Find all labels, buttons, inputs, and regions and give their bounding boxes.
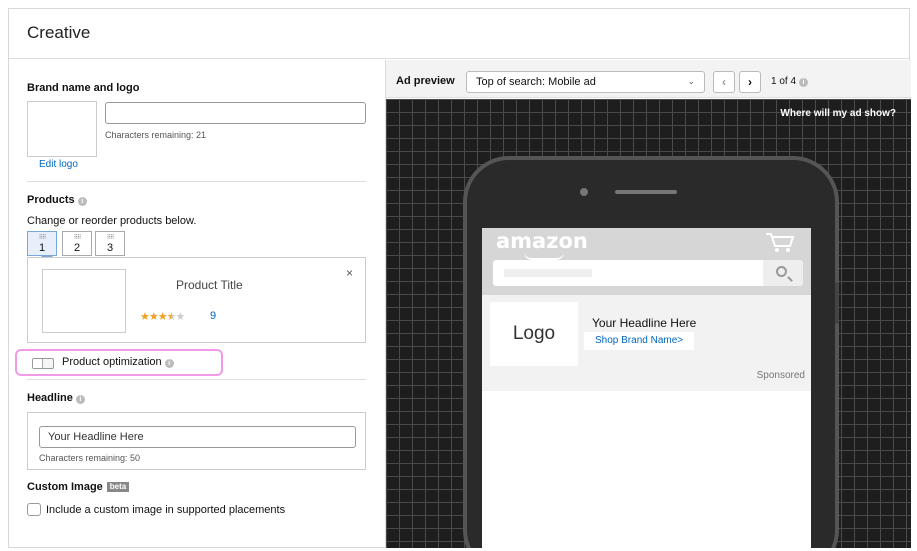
search-icon (776, 266, 787, 277)
amazon-search-button (763, 260, 803, 286)
placement-select[interactable]: Top of search: Mobile ad ⌄ (466, 71, 705, 93)
product-tab-2[interactable]: ⠿⠿ 2 (62, 231, 92, 256)
headline-chars-remaining: Characters remaining: 50 (39, 453, 141, 463)
ad-shop-link: Shop Brand Name> (584, 332, 695, 350)
product-tab-label: 1 (38, 242, 46, 254)
sponsored-brand-ad: Logo Your Headline Here Shop Brand Name>… (482, 295, 811, 391)
product-image (42, 269, 126, 333)
beta-badge: beta (106, 482, 130, 492)
product-tab-1[interactable]: ⠿⠿ 1 (27, 231, 57, 256)
product-optimization-toggle[interactable] (32, 358, 54, 369)
close-icon[interactable]: × (346, 266, 353, 280)
custom-image-label: Custom Image (27, 481, 103, 493)
products-instructions: Change or reorder products below. (27, 215, 197, 227)
products-section-label: Products i (27, 194, 87, 206)
info-icon[interactable]: i (77, 197, 87, 206)
drag-handle-icon[interactable]: ⠿⠿ (28, 234, 56, 242)
phone-speaker (615, 190, 677, 194)
ad-headline: Your Headline Here (592, 316, 697, 330)
divider (27, 379, 366, 380)
ad-logo-text: Logo (512, 323, 556, 344)
cart-icon (766, 233, 795, 252)
custom-image-section-label: Custom Image beta (27, 481, 130, 493)
headline-input[interactable] (39, 426, 356, 448)
preview-pager: 1 of 4i (771, 76, 809, 87)
star-icon: ★ (166, 311, 177, 323)
ad-sponsored-label: Sponsored (756, 370, 805, 381)
star-icon: ★ (148, 311, 159, 323)
ad-preview-panel: Ad preview Top of search: Mobile ad ⌄ ‹ … (385, 60, 911, 548)
brand-name-input[interactable] (105, 102, 366, 124)
info-icon[interactable]: i (75, 395, 85, 404)
star-rating: ★★★★★ (140, 310, 186, 323)
rating-count-link[interactable]: 9 (210, 310, 216, 322)
chevron-down-icon: ⌄ (687, 76, 695, 86)
prev-preview-button[interactable]: ‹ (713, 71, 735, 93)
headline-section-label: Headline i (27, 392, 85, 404)
headline-box: Characters remaining: 50 (27, 412, 366, 470)
preview-page-text: 1 of 4 (771, 76, 797, 87)
star-icon: ★ (157, 311, 168, 323)
info-icon[interactable]: i (799, 78, 809, 87)
ad-preview-label: Ad preview (396, 75, 455, 87)
product-card: Product Title × ★★★★★ 9 (27, 257, 366, 343)
products-label: Products (27, 194, 75, 206)
headline-label: Headline (27, 392, 73, 404)
card-title: Creative (27, 23, 91, 42)
phone-screen: amazon Logo Your Headline Here Shop Bran… (482, 228, 811, 548)
product-title: Product Title (176, 278, 243, 292)
amazon-smile-icon (524, 252, 564, 260)
placement-select-value: Top of search: Mobile ad (476, 76, 596, 88)
product-optimization-label: Product optimization (62, 356, 162, 368)
product-optimization-row: Product optimization i (15, 349, 223, 376)
product-tab-label: 2 (73, 242, 81, 254)
phone-side-button (835, 282, 839, 324)
amazon-header: amazon (482, 228, 811, 295)
amazon-search-placeholder (504, 269, 592, 277)
star-icon: ★ (175, 311, 186, 323)
product-optimization-label-wrap: Product optimization i (62, 356, 174, 368)
card-header: Creative (9, 9, 909, 59)
star-icon: ★ (140, 311, 150, 323)
ad-preview-canvas: Where will my ad show? amazon Logo Your … (386, 99, 911, 548)
divider (27, 181, 366, 182)
where-will-my-ad-show-link[interactable]: Where will my ad show? (780, 108, 896, 119)
brand-section-label: Brand name and logo (27, 82, 140, 94)
brand-logo-box[interactable] (27, 101, 97, 157)
creative-card: Creative Brand name and logo Characters … (8, 8, 911, 548)
brand-chars-remaining: Characters remaining: 21 (105, 130, 207, 140)
ad-logo-placeholder: Logo (490, 302, 578, 366)
drag-handle-icon[interactable]: ⠿⠿ (63, 234, 91, 242)
info-icon[interactable]: i (164, 359, 174, 368)
amazon-logo: amazon (496, 229, 588, 253)
product-tab-3[interactable]: ⠿⠿ 3 (95, 231, 125, 256)
amazon-search-box (493, 260, 803, 286)
edit-logo-link[interactable]: Edit logo (39, 159, 78, 170)
custom-image-checkbox-label[interactable]: Include a custom image in supported plac… (46, 504, 285, 516)
custom-image-checkbox[interactable] (27, 503, 41, 516)
creative-form: Brand name and logo Characters remaining… (9, 60, 385, 548)
next-preview-button[interactable]: › (739, 71, 761, 93)
phone-camera (580, 188, 588, 196)
drag-handle-icon[interactable]: ⠿⠿ (96, 234, 124, 242)
product-tab-label: 3 (106, 242, 114, 254)
ad-preview-toolbar: Ad preview Top of search: Mobile ad ⌄ ‹ … (386, 60, 911, 98)
